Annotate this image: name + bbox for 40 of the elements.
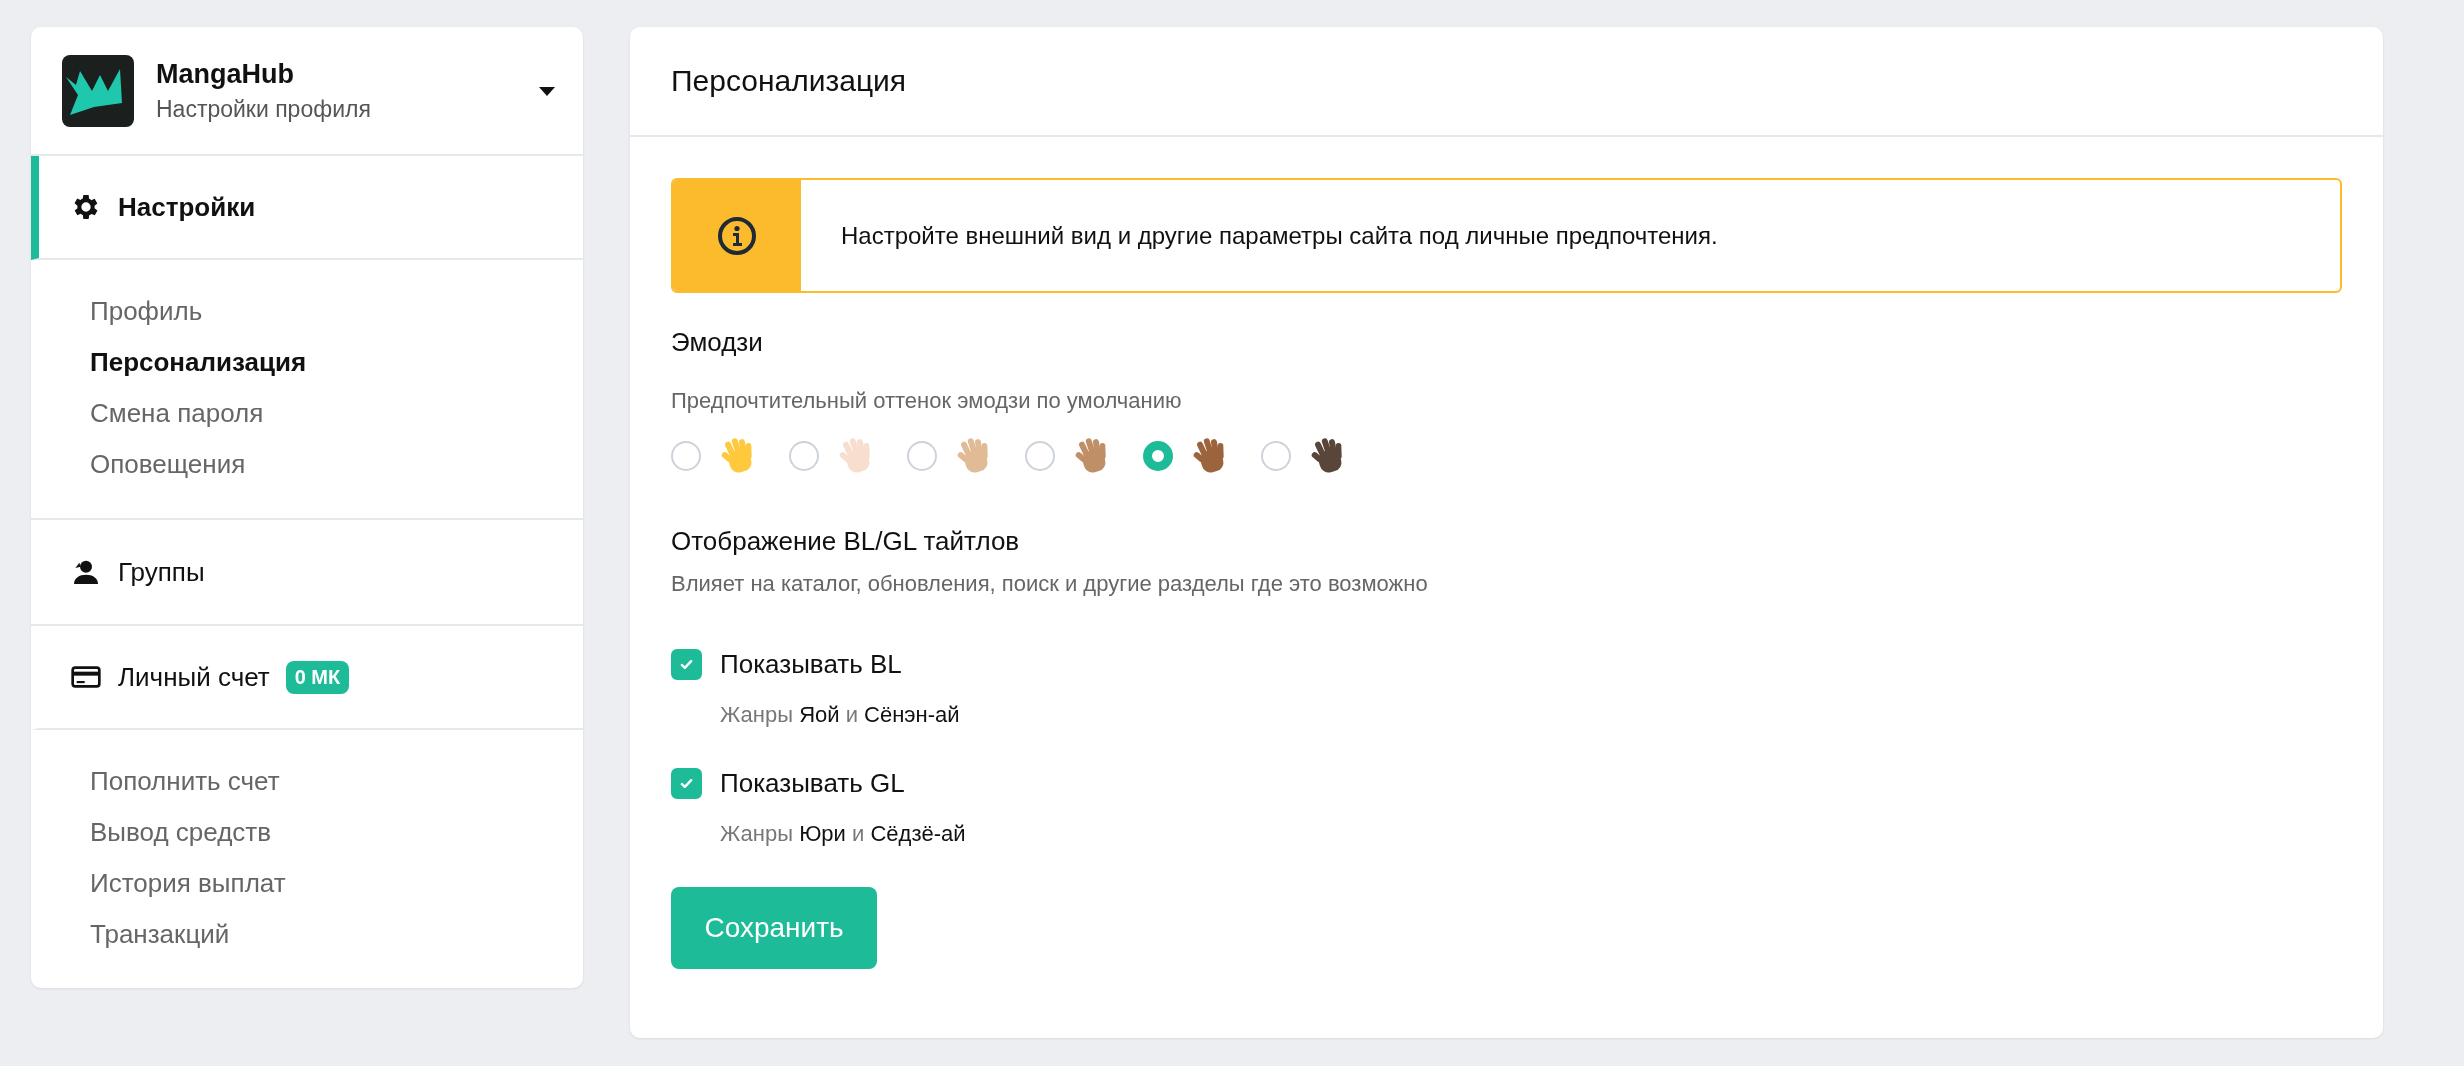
checkbox-label[interactable]: Показывать BL (720, 649, 902, 680)
alert-message: Настройте внешний вид и другие параметры сайта под личные предпочтения. (840, 221, 1718, 250)
nav-section[interactable]: Настройки (31, 156, 583, 260)
balance-badge: 0 МК (285, 660, 350, 694)
nav-link[interactable]: История выплат (90, 864, 286, 903)
nav-section-label: Настройки (118, 191, 256, 223)
nav-link[interactable]: Оповещения (90, 445, 246, 484)
section-title: Отображение BL/GL тайтлов (671, 526, 1021, 557)
nav-link[interactable]: Транзакций (90, 915, 230, 954)
nav-link[interactable]: Смена пароля (90, 394, 264, 433)
genre-note: Жанры Яой и Сёнэн-ай (720, 702, 961, 728)
radio-button[interactable] (671, 441, 701, 471)
checkbox[interactable] (671, 649, 702, 680)
nav-section-label: Группы (118, 556, 205, 588)
genre-note: Жанры Юри и Сёдзё-ай (720, 821, 967, 847)
check-icon (679, 776, 694, 791)
checkbox[interactable] (671, 768, 702, 799)
section-hint: Влияет на каталог, обновления, поиск и другие разделы где это возможно (671, 571, 1429, 597)
nav-link[interactable]: Персонализация (90, 343, 307, 382)
info-icon (717, 215, 757, 256)
brand-name: MangaHub (156, 59, 295, 90)
radio-button[interactable] (789, 441, 819, 471)
section-title: Эмодзи (671, 327, 764, 358)
logo-icon (62, 55, 134, 127)
nav-link[interactable]: Пополнить счет (90, 762, 280, 801)
dropdown-caret-icon[interactable] (539, 86, 555, 96)
check-icon (679, 657, 694, 672)
panel-title: Персонализация (671, 64, 907, 98)
nav-section-label: Личный счет (118, 661, 270, 693)
nav-link[interactable]: Вывод средств (90, 813, 272, 852)
radio-button[interactable] (1261, 441, 1291, 471)
checkbox-label[interactable]: Показывать GL (720, 768, 905, 799)
radio-button[interactable] (1143, 441, 1173, 471)
nav-section[interactable]: Группы (31, 520, 583, 624)
section-hint: Предпочтительный оттенок эмодзи по умолчанию (671, 388, 1183, 414)
radio-button[interactable] (1025, 441, 1055, 471)
nav-section[interactable]: Личный счет 0 МК (31, 626, 583, 730)
brand-subtitle: Настройки профиля (156, 96, 372, 123)
nav-link[interactable]: Профиль (90, 292, 203, 331)
radio-button[interactable] (907, 441, 937, 471)
